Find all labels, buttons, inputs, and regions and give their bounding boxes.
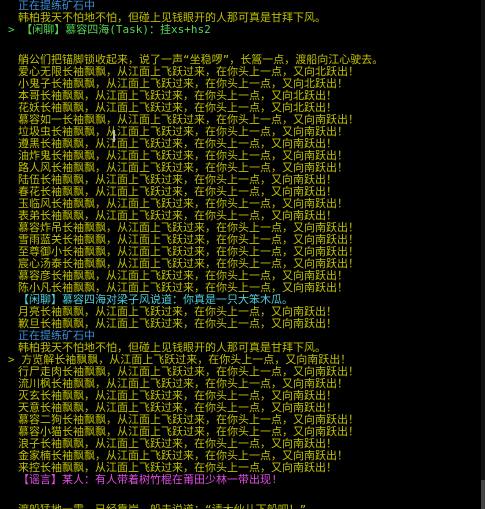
terminal-line: 春花长袖飘飘，从江面上飞跃过来，在你头上一点，又向南跃出！ <box>18 186 337 198</box>
terminal-line: 至尊御小长袖飘飘，从江面上飞跃过来，在你头上一点，又向南跃出！ <box>18 246 359 258</box>
terminal-line: 【谣言】某人：有人带着树竹棍在莆田少林一带出现! <box>18 474 278 486</box>
terminal-line: 正在提练矿石中 <box>18 330 95 342</box>
terminal-line: 行尸走肉长袖飘飘，从江面上飞跃过来，在你头上一点，又向南跃出！ <box>18 366 359 378</box>
terminal-line: 来控长袖飘飘，从江面上飞跃过来，在你头上一点，又向南跃出！ <box>18 462 337 474</box>
terminal-output: 正在提练矿石中 韩柏我天不怕地不怕，但碰上见钱眼开的人那可真是甘拜下风。 > 【闲聊… <box>0 0 481 509</box>
terminal-line: 浪子长袖飘飘，从江面上飞跃过来，在你头上一点，又向南跃出！ <box>18 438 337 450</box>
text-cursor <box>113 130 115 142</box>
terminal-line: > 【闲聊】慕容四海(Task)：挂xs+hs2 <box>8 24 211 36</box>
terminal-line: 玉临风长袖飘飘，从江面上飞跃过来，在你头上一点，又向南跃出！ <box>18 198 348 210</box>
terminal-line: 正在提练矿石中 <box>18 0 95 12</box>
terminal-line: 花妖长袖飘飘，从江面上飞跃过来，在你头上一点，又向北跃出！ <box>18 102 337 114</box>
terminal-line: 表弟长袖飘飘，从江面上飞跃过来，在你头上一点，又向南跃出！ <box>18 210 337 222</box>
terminal-line: 本哥长袖飘飘，从江面上飞跃过来，在你头上一点，又向北跃出！ <box>18 90 337 102</box>
terminal-line: 慕容炸吊长袖飘飘，从江面上飞跃过来，在你头上一点，又向南跃出！ <box>18 222 359 234</box>
terminal-line: 雪雨蓝关长袖飘飘，从江面上飞跃过来，在你头上一点，又向南跃出！ <box>18 234 359 246</box>
terminal-line: 流川枫长袖飘飘，从江面上飞跃过来，在你头上一点，又向南跃出！ <box>18 378 348 390</box>
terminal-line: 陈小凡长袖飘飘，从江面上飞跃过来，在你头上一点，又向南跃出！ <box>18 282 348 294</box>
terminal-line: 歉旦长袖飘飘，从江面上飞跃过来，在你头上一点，又向南跃出！ <box>18 318 337 330</box>
terminal-line: 油炸鬼长袖飘飘，从江面上飞跃过来，在你头上一点，又向南跃出！ <box>18 150 348 162</box>
terminal-line: 【闲聊】慕容四海对梁子风说道：你真是一只大笨木瓜。 <box>18 294 293 306</box>
terminal-line: 路人风长袖飘飘，从江面上飞跃过来，在你头上一点，又向南跃出！ <box>18 162 348 174</box>
terminal-line: 慕容如一长袖飘飘，从江面上飞跃过来，在你头上一点，又向南跃出！ <box>18 114 359 126</box>
scrollbar-thumb[interactable] <box>481 480 485 509</box>
terminal-line: > 方览解长袖飘飘，从江面上飞跃过来，在你头上一点，又向南跃出！ <box>8 354 352 366</box>
terminal-line: 陆伍长袖飘飘，从江面上飞跃过来，在你头上一点，又向南跃出！ <box>18 174 337 186</box>
terminal-line: 爱心无限长袖飘飘，从江面上飞跃过来，在你头上一点，又向北跃出！ <box>18 66 359 78</box>
terminal-line: 慕容彦长袖飘飘，从江面上飞跃过来，在你头上一点，又向南跃出！ <box>18 270 348 282</box>
terminal-line: 灭玄长袖飘飘，从江面上飞跃过来，在你头上一点，又向南跃出！ <box>18 390 337 402</box>
terminal-line: 宸心汤泰长袖飘飘，从江面上飞跃过来，在你头上一点，又向南跃出！ <box>18 258 359 270</box>
terminal-line: 慕容二狗长袖飘飘，从江面上飞跃过来，在你头上一点，又向南跃出！ <box>18 414 359 426</box>
terminal-line: 艄公们把锚脚锁收起来，说了一声“坐稳啰”，长篙一点，渡船向江心驶去。 <box>18 54 384 66</box>
terminal-line: 韩柏我天不怕地不怕，但碰上见钱眼开的人那可真是甘拜下风。 <box>18 342 326 354</box>
terminal-line: 遵黑长袖飘飘，从江面上飞跃过来，在你头上一点，又向南跃出！ <box>18 138 337 150</box>
terminal-line: 小鬼子长袖飘飘，从江面上飞跃过来，在你头上一点，又向北跃出！ <box>18 78 348 90</box>
terminal-line: 垃圾虫长袖飘飘，从江面上飞跃过来，在你头上一点，又向南跃出！ <box>18 126 348 138</box>
terminal-line: 金家楠长袖飘飘，从江面上飞跃过来，在你头上一点，又向南跃出！ <box>18 450 348 462</box>
scrollbar[interactable] <box>481 0 485 509</box>
terminal-line: 月亮长袖飘飘，从江面上飞跃过来，在你头上一点，又向南跃出！ <box>18 306 337 318</box>
terminal-line: 慕容小猫长袖飘飘，从江面上飞跃过来，在你头上一点，又向南跃出！ <box>18 426 359 438</box>
terminal-line: 渡船猛地一震，已经靠岸，船夫说道：“请大伙儿下船吧！” <box>18 504 481 509</box>
terminal-line: 天意长袖飘飘，从江面上飞跃过来，在你头上一点，又向南跃出！ <box>18 402 337 414</box>
terminal-line: 韩柏我天不怕地不怕，但碰上见钱眼开的人那可真是甘拜下风。 <box>18 12 326 24</box>
